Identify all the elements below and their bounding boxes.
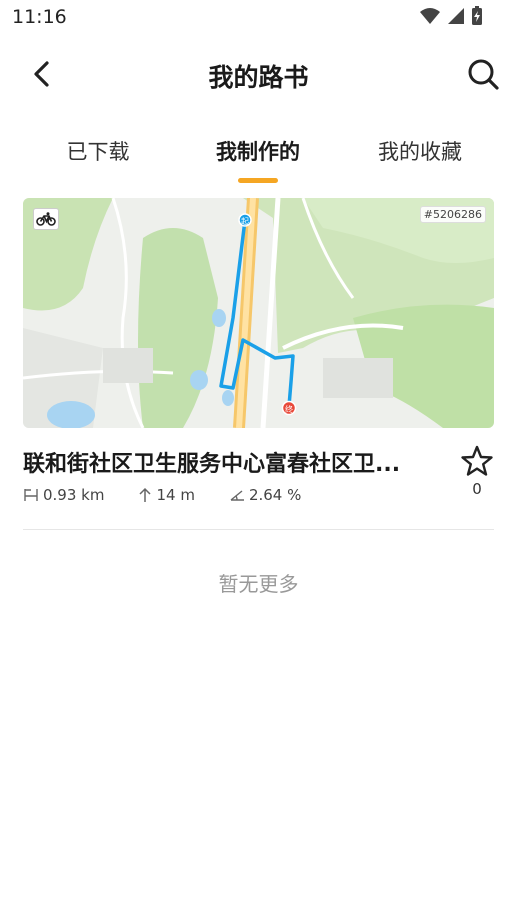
- route-stats: 0.93 km 14 m 2.64 %: [23, 484, 335, 506]
- search-button[interactable]: [465, 56, 501, 92]
- start-marker-label: 起: [241, 217, 249, 226]
- map-image: 起 终: [23, 198, 494, 428]
- active-tab-indicator: [238, 178, 278, 183]
- route-map-thumbnail[interactable]: 起 终 #5206286: [23, 198, 494, 428]
- arrow-up-icon: [139, 487, 151, 502]
- elevation-stat: 14 m: [138, 486, 195, 504]
- distance-stat: 0.93 km: [23, 486, 104, 504]
- grade-stat: 2.64 %: [229, 486, 301, 504]
- grade-value: 2.64 %: [248, 486, 302, 504]
- favorite-count: 0: [472, 480, 482, 498]
- bike-type-badge: [33, 208, 59, 230]
- distance-value: 0.93 km: [43, 486, 105, 504]
- route-card[interactable]: 起 终 #5206286 联和街社区卫生服务中心富春社区卫... 0 0.93 …: [23, 198, 494, 504]
- elevation-value: 14 m: [156, 486, 195, 504]
- route-title[interactable]: 联和街社区卫生服务中心富春社区卫...: [23, 446, 458, 478]
- page-title: 我的路书: [208, 63, 309, 92]
- tab-favorites[interactable]: 我的收藏: [345, 136, 495, 166]
- tab-bar: 已下载 我制作的 我的收藏: [0, 126, 517, 190]
- wifi-icon: [420, 8, 440, 24]
- top-nav-bar: 我的路书: [0, 40, 517, 110]
- slope-angle-icon: [230, 490, 244, 501]
- tab-downloaded[interactable]: 已下载: [23, 136, 173, 166]
- no-more-text: 暂无更多: [218, 572, 299, 596]
- end-marker-label: 终: [285, 404, 293, 414]
- route-id-label: #5206286: [419, 206, 486, 223]
- status-bar: 11:16: [0, 0, 517, 36]
- search-icon: [468, 59, 499, 90]
- distance-icon: [24, 489, 38, 501]
- status-icons: [419, 6, 483, 26]
- battery-charging-icon: [472, 6, 482, 25]
- signal-icon: [448, 8, 464, 24]
- status-time: 11:16: [12, 6, 67, 28]
- bicycle-icon: [36, 212, 56, 226]
- star-icon: [461, 445, 493, 476]
- list-divider: [23, 529, 494, 530]
- tab-created[interactable]: 我制作的: [183, 136, 333, 166]
- favorite-button[interactable]: [460, 444, 494, 478]
